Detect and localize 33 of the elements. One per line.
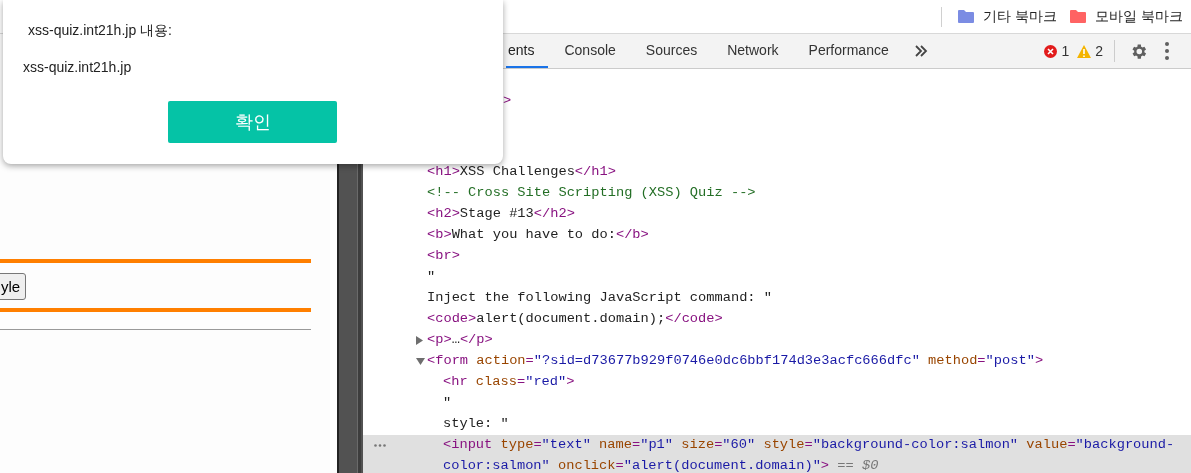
code-line: > <box>503 92 513 110</box>
code-line: <hr class="red"> <box>443 372 576 391</box>
panel-tab[interactable]: ents <box>506 34 549 68</box>
warning-icon <box>1077 44 1092 58</box>
code-line: <p>…</p> <box>427 330 494 349</box>
code-line: style: " <box>443 414 510 433</box>
warning-count: 2 <box>1095 43 1103 59</box>
error-count: 1 <box>1061 43 1070 59</box>
more-icon[interactable] <box>374 443 386 447</box>
code-line: <form action="?sid=d73677b929f0746e0dc6bbf174d3e3acfc666dfc" method="post"> <box>427 351 1045 370</box>
code-line: <b>What you have to do:</b> <box>427 225 650 244</box>
code-line: <code>alert(document.domain);</code> <box>427 309 724 328</box>
bookmark-item[interactable]: 기타 북마크 <box>951 2 1064 31</box>
dialog-title: xss-quiz.int21h.jp 내용: <box>28 22 172 40</box>
error-icon <box>1044 44 1058 58</box>
panel-tab[interactable]: Console <box>550 34 630 68</box>
code-line: <h1>XSS Challenges</h1> <box>427 162 617 181</box>
code-line: <br> <box>427 246 461 265</box>
code-line: <!-- Cross Site Scripting (XSS) Quiz --> <box>427 183 757 202</box>
dialog-message: xss-quiz.int21h.jp <box>23 59 132 75</box>
expand-triangle-icon[interactable] <box>416 335 423 345</box>
panel-tab[interactable]: Network <box>713 34 793 68</box>
code-line: " <box>427 267 437 286</box>
code-line: " <box>443 393 453 412</box>
code-line: Inject the following JavaScript command: " <box>427 288 773 307</box>
panel-tab[interactable]: Performance <box>794 34 903 68</box>
code-line: <h2>Stage #13</h2> <box>427 204 576 223</box>
menu-icon[interactable] <box>1165 42 1169 60</box>
panel-tab[interactable]: Sources <box>631 34 712 68</box>
collapse-triangle-icon[interactable] <box>416 357 425 365</box>
bookmark-item[interactable]: 모바일 북마크 <box>1063 2 1189 31</box>
submit-button[interactable]: yle <box>0 273 27 300</box>
more-tabs-icon[interactable] <box>913 44 928 58</box>
